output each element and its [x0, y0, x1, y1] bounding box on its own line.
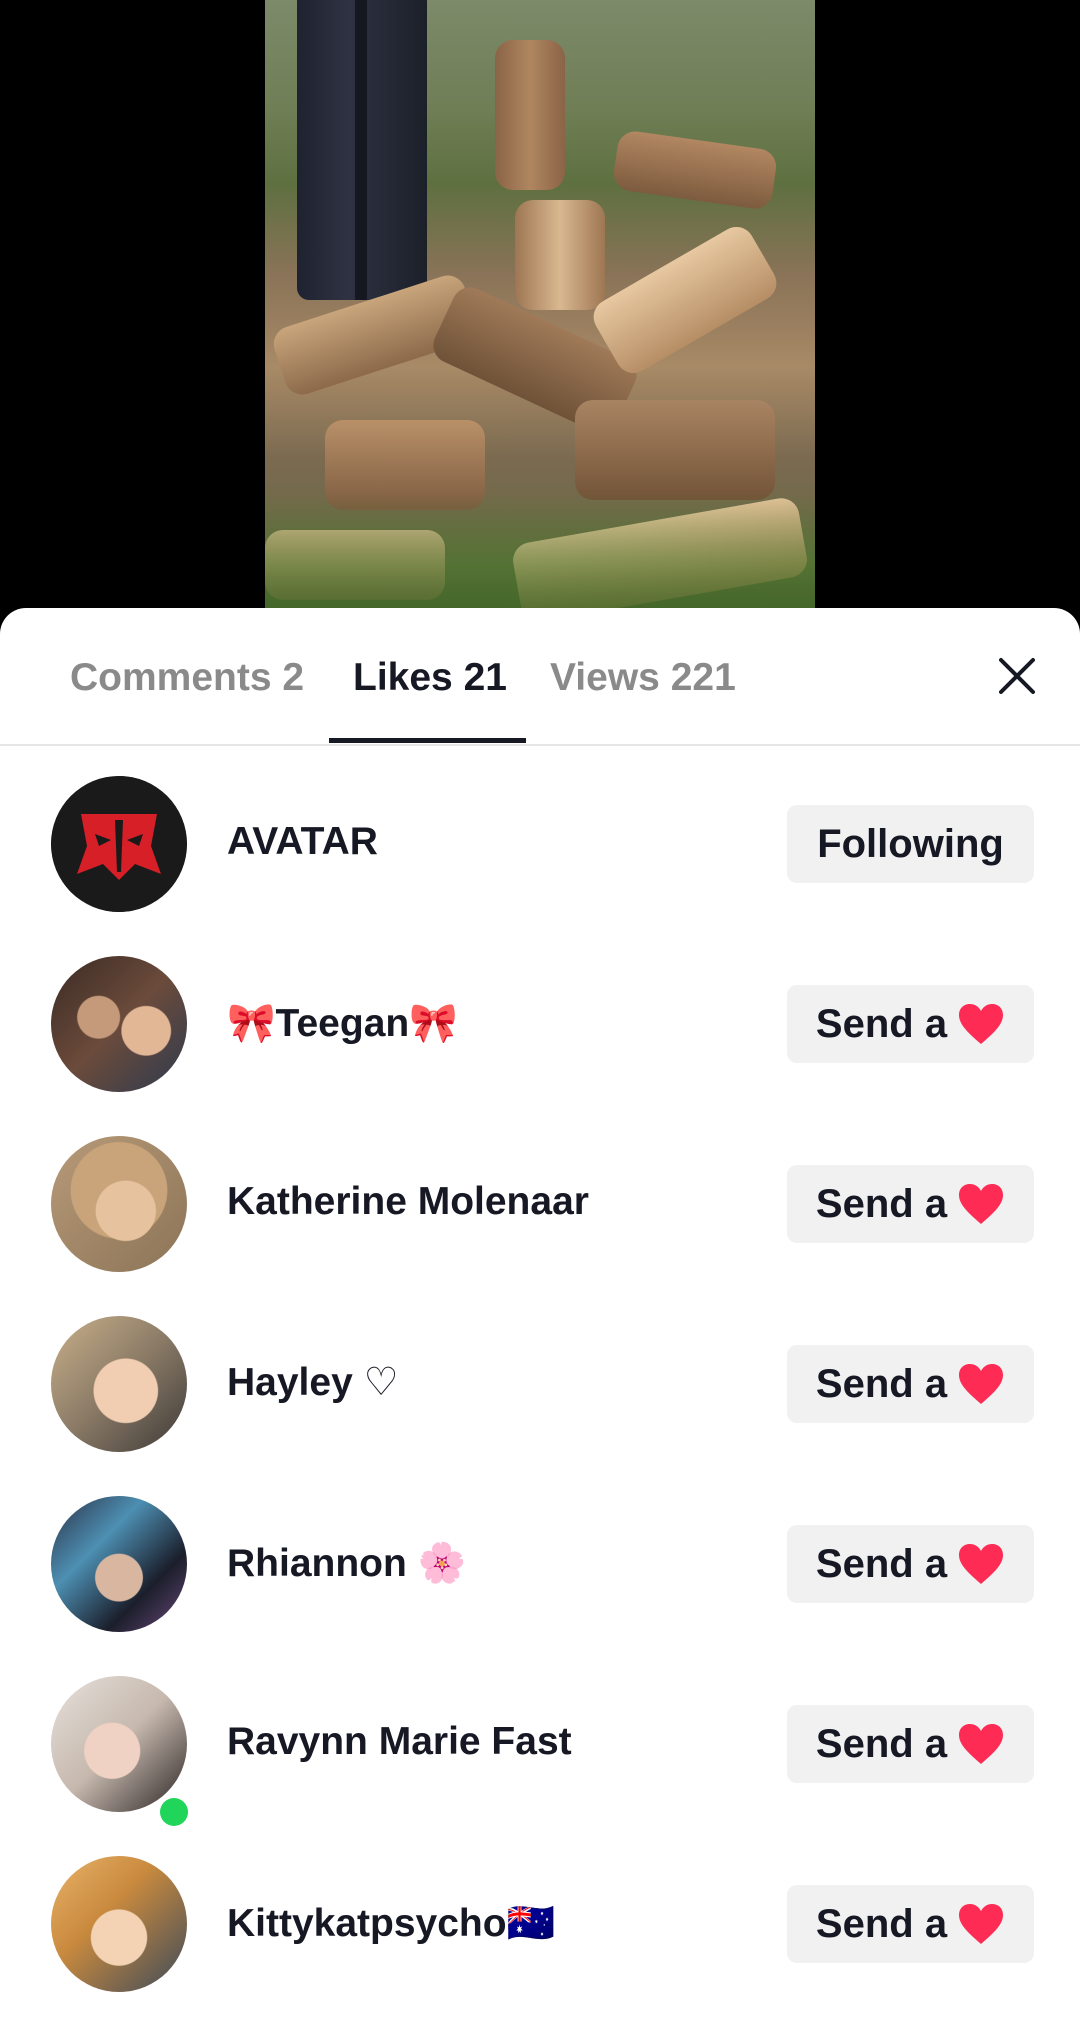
- online-status-dot: [156, 1794, 192, 1830]
- list-item[interactable]: 🎀Teegan🎀 Send a: [0, 924, 1080, 1104]
- heart-icon: [959, 1364, 1004, 1404]
- person-legs: [297, 0, 427, 300]
- avatar[interactable]: [51, 1856, 187, 1992]
- avatar[interactable]: [51, 776, 187, 912]
- video-thumbnail: [265, 0, 815, 612]
- list-item[interactable]: Katherine Molenaar Send a: [0, 1104, 1080, 1284]
- avatar[interactable]: [51, 1496, 187, 1632]
- tab-likes[interactable]: Likes 21: [353, 656, 507, 700]
- send-heart-button[interactable]: Send a: [787, 1165, 1034, 1243]
- username[interactable]: Hayley ♡: [227, 1360, 399, 1405]
- following-label: Following: [817, 821, 1004, 866]
- heart-icon: [959, 1724, 1004, 1764]
- list-item[interactable]: Kittykatpsycho🇦🇺 Send a: [0, 1824, 1080, 2004]
- send-label: Send a: [815, 1361, 948, 1406]
- send-label: Send a: [815, 1001, 948, 1046]
- send-heart-button[interactable]: Send a: [787, 1705, 1034, 1783]
- list-item[interactable]: Rhiannon 🌸 Send a: [0, 1464, 1080, 1644]
- following-button[interactable]: Following: [787, 805, 1034, 883]
- username[interactable]: 🎀Teegan🎀: [227, 1000, 458, 1046]
- tab-bar: Comments 2 Likes 21 Views 221: [0, 608, 1080, 746]
- tab-comments[interactable]: Comments 2: [70, 656, 304, 700]
- heart-icon: [959, 1544, 1004, 1584]
- active-tab-indicator: [329, 738, 526, 743]
- heart-icon: [959, 1184, 1004, 1224]
- avatar[interactable]: [51, 1316, 187, 1452]
- username[interactable]: Ravynn Marie Fast: [227, 1720, 572, 1764]
- close-icon: [999, 658, 1035, 694]
- heart-icon: [959, 1004, 1004, 1044]
- username[interactable]: Rhiannon 🌸: [227, 1540, 466, 1586]
- send-label: Send a: [815, 1541, 948, 1586]
- username[interactable]: Katherine Molenaar: [227, 1180, 589, 1224]
- list-item[interactable]: AVATAR Following: [0, 744, 1080, 924]
- send-label: Send a: [815, 1901, 948, 1946]
- red-mask-icon: [51, 776, 187, 912]
- username[interactable]: AVATAR: [227, 820, 378, 864]
- tab-views[interactable]: Views 221: [550, 656, 736, 700]
- send-heart-button[interactable]: Send a: [787, 1885, 1034, 1963]
- send-heart-button[interactable]: Send a: [787, 985, 1034, 1063]
- username[interactable]: Kittykatpsycho🇦🇺: [227, 1900, 555, 1946]
- avatar[interactable]: [51, 1136, 187, 1272]
- close-button[interactable]: [995, 654, 1039, 698]
- send-heart-button[interactable]: Send a: [787, 1525, 1034, 1603]
- list-item[interactable]: Hayley ♡ Send a: [0, 1284, 1080, 1464]
- video-preview[interactable]: [0, 0, 1080, 612]
- send-label: Send a: [815, 1721, 948, 1766]
- avatar[interactable]: [51, 956, 187, 1092]
- send-heart-button[interactable]: Send a: [787, 1345, 1034, 1423]
- send-label: Send a: [815, 1181, 948, 1226]
- heart-icon: [959, 1904, 1004, 1944]
